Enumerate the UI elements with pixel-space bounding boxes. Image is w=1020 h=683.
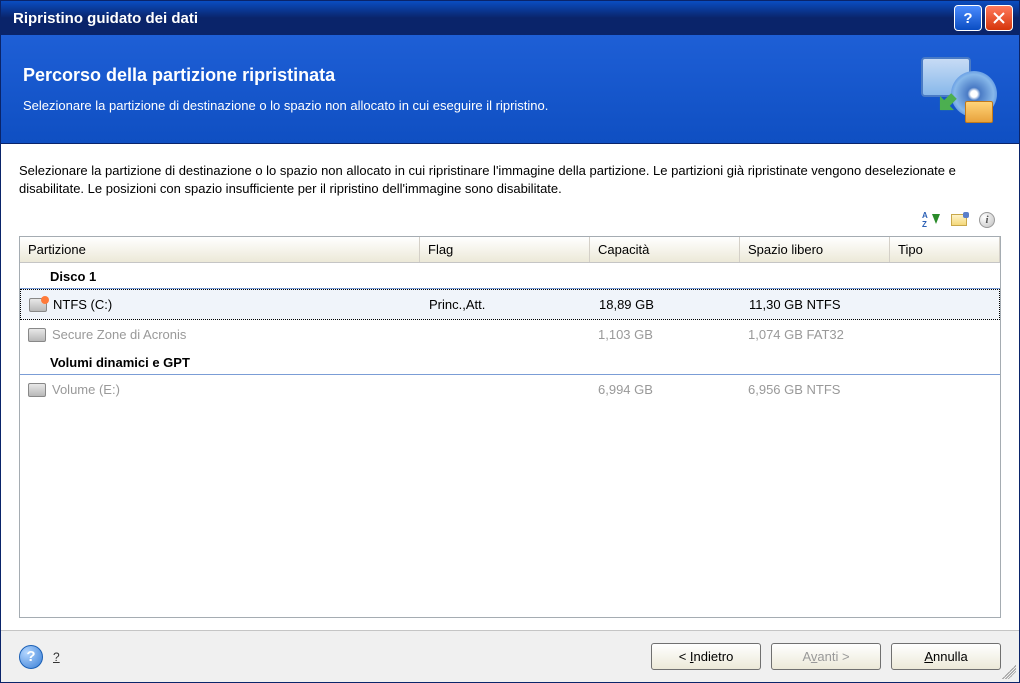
group-header: Disco 1 [20,263,1000,289]
table-header-row: Partizione Flag Capacità Spazio libero T… [20,237,1000,263]
disk-icon [28,328,46,342]
partition-name: Volume (E:) [52,382,120,397]
partition-free: 11,30 GB NTFS [741,297,891,312]
next-button[interactable]: Avanti > [771,643,881,670]
partition-flag: Princ.,Att. [421,297,591,312]
column-capacity[interactable]: Capacità [590,237,740,262]
titlebar[interactable]: Ripristino guidato dei dati ? [1,1,1019,35]
partition-name: NTFS (C:) [53,297,112,312]
partition-name: Secure Zone di Acronis [52,327,186,342]
partition-capacity: 18,89 GB [591,297,741,312]
restore-icon [917,53,997,125]
group-header: Volumi dinamici e GPT [20,349,1000,375]
partition-row: Volume (E:) 6,994 GB6,956 GB NTFS [20,375,1000,404]
column-partition[interactable]: Partizione [20,237,420,262]
instructions-text: Selezionare la partizione di destinazion… [19,162,1001,198]
toolbar: i [19,210,1001,230]
info-button[interactable]: i [977,210,997,230]
window-title: Ripristino guidato dei dati [13,10,954,27]
disk-icon [28,383,46,397]
back-button[interactable]: < Indietro [651,643,761,670]
help-link[interactable]: ? [53,650,60,664]
wizard-window: Ripristino guidato dei dati ? Percorso d… [0,0,1020,683]
resize-grip[interactable] [1002,665,1016,679]
content-area: Selezionare la partizione di destinazion… [1,144,1019,630]
partition-row[interactable]: NTFS (C:) Princ.,Att.18,89 GB11,30 GB NTF… [20,289,1000,320]
properties-button[interactable] [949,210,969,230]
disk-icon [29,298,47,312]
partition-free: 6,956 GB NTFS [740,382,890,397]
wizard-footer: ? ? < Indietro Avanti > Annulla [1,630,1019,682]
partition-free: 1,074 GB FAT32 [740,327,890,342]
wizard-step-title: Percorso della partizione ripristinata [23,65,917,86]
column-free[interactable]: Spazio libero [740,237,890,262]
wizard-header: Percorso della partizione ripristinata S… [1,35,1019,144]
column-flag[interactable]: Flag [420,237,590,262]
titlebar-close-button[interactable] [985,5,1013,31]
partition-table: Partizione Flag Capacità Spazio libero T… [19,236,1001,618]
wizard-step-subtitle: Selezionare la partizione di destinazion… [23,98,917,113]
partition-capacity: 6,994 GB [590,382,740,397]
titlebar-help-button[interactable]: ? [954,5,982,31]
partition-row: Secure Zone di Acronis 1,103 GB1,074 GB F… [20,320,1000,349]
cancel-button[interactable]: Annulla [891,643,1001,670]
column-type[interactable]: Tipo [890,237,1000,262]
partition-capacity: 1,103 GB [590,327,740,342]
sort-button[interactable] [921,210,941,230]
help-icon[interactable]: ? [19,645,43,669]
